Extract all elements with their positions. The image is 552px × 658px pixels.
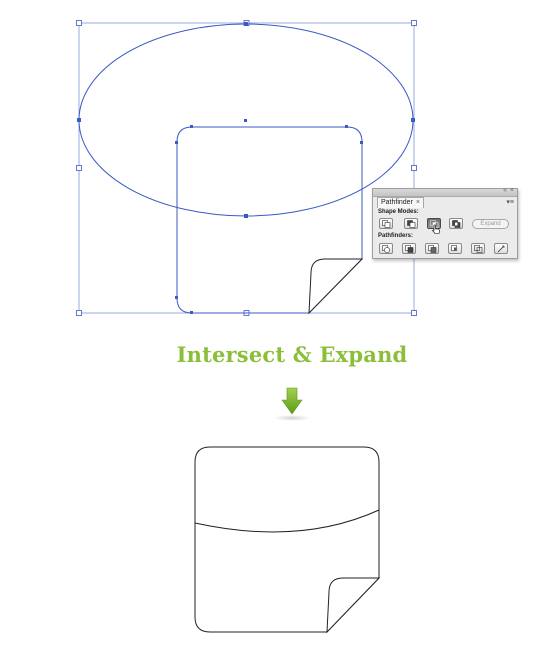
- close-icon[interactable]: ×: [510, 187, 514, 195]
- trim-button[interactable]: [402, 243, 416, 254]
- caption-text: Intersect & Expand: [176, 342, 408, 367]
- minus-front-icon: [407, 220, 416, 228]
- crop-icon: [451, 245, 457, 251]
- result-shape: [194, 446, 381, 634]
- hand-cursor-icon: [432, 224, 440, 234]
- unite-button[interactable]: [379, 218, 393, 229]
- tab-pathfinder[interactable]: Pathfinder ×: [377, 197, 425, 208]
- page-curl-fold: [308, 258, 364, 315]
- outline-icon: [474, 245, 483, 253]
- caption-heading: Intersect & Expand: [0, 342, 552, 367]
- divide-icon: [382, 245, 390, 253]
- shape-modes-label: Shape Modes:: [378, 209, 419, 215]
- minus-front-button[interactable]: [404, 218, 418, 229]
- tab-close-icon[interactable]: ×: [416, 198, 420, 208]
- merge-icon: [428, 245, 437, 253]
- selection-group[interactable]: [76, 20, 417, 316]
- merge-button[interactable]: [425, 243, 439, 254]
- minus-back-icon: [497, 245, 505, 253]
- divide-button[interactable]: [379, 243, 393, 254]
- result-page-curl: [326, 577, 381, 634]
- pathfinder-panel: « × Pathfinder × ▾≡ Shape Modes: Expand …: [372, 187, 518, 259]
- expand-button[interactable]: Expand: [472, 219, 509, 229]
- pathfinders-label: Pathfinders:: [378, 233, 414, 239]
- trim-icon: [405, 245, 414, 253]
- panel-title-bar[interactable]: « ×: [373, 187, 517, 197]
- bounding-box-handles[interactable]: [76, 20, 417, 316]
- panel-menu-icon[interactable]: ▾≡: [506, 199, 514, 206]
- unite-icon: [382, 220, 391, 228]
- collapse-icon[interactable]: «: [503, 187, 507, 195]
- artboard: [76, 20, 417, 634]
- outline-button[interactable]: [471, 243, 485, 254]
- tab-label: Pathfinder: [381, 199, 413, 206]
- exclude-button[interactable]: [449, 218, 463, 229]
- bounding-box[interactable]: [78, 22, 415, 314]
- exclude-icon: [452, 220, 461, 228]
- minus-back-button[interactable]: [494, 243, 508, 254]
- down-arrow-icon: [274, 387, 310, 421]
- crop-button[interactable]: [448, 243, 462, 254]
